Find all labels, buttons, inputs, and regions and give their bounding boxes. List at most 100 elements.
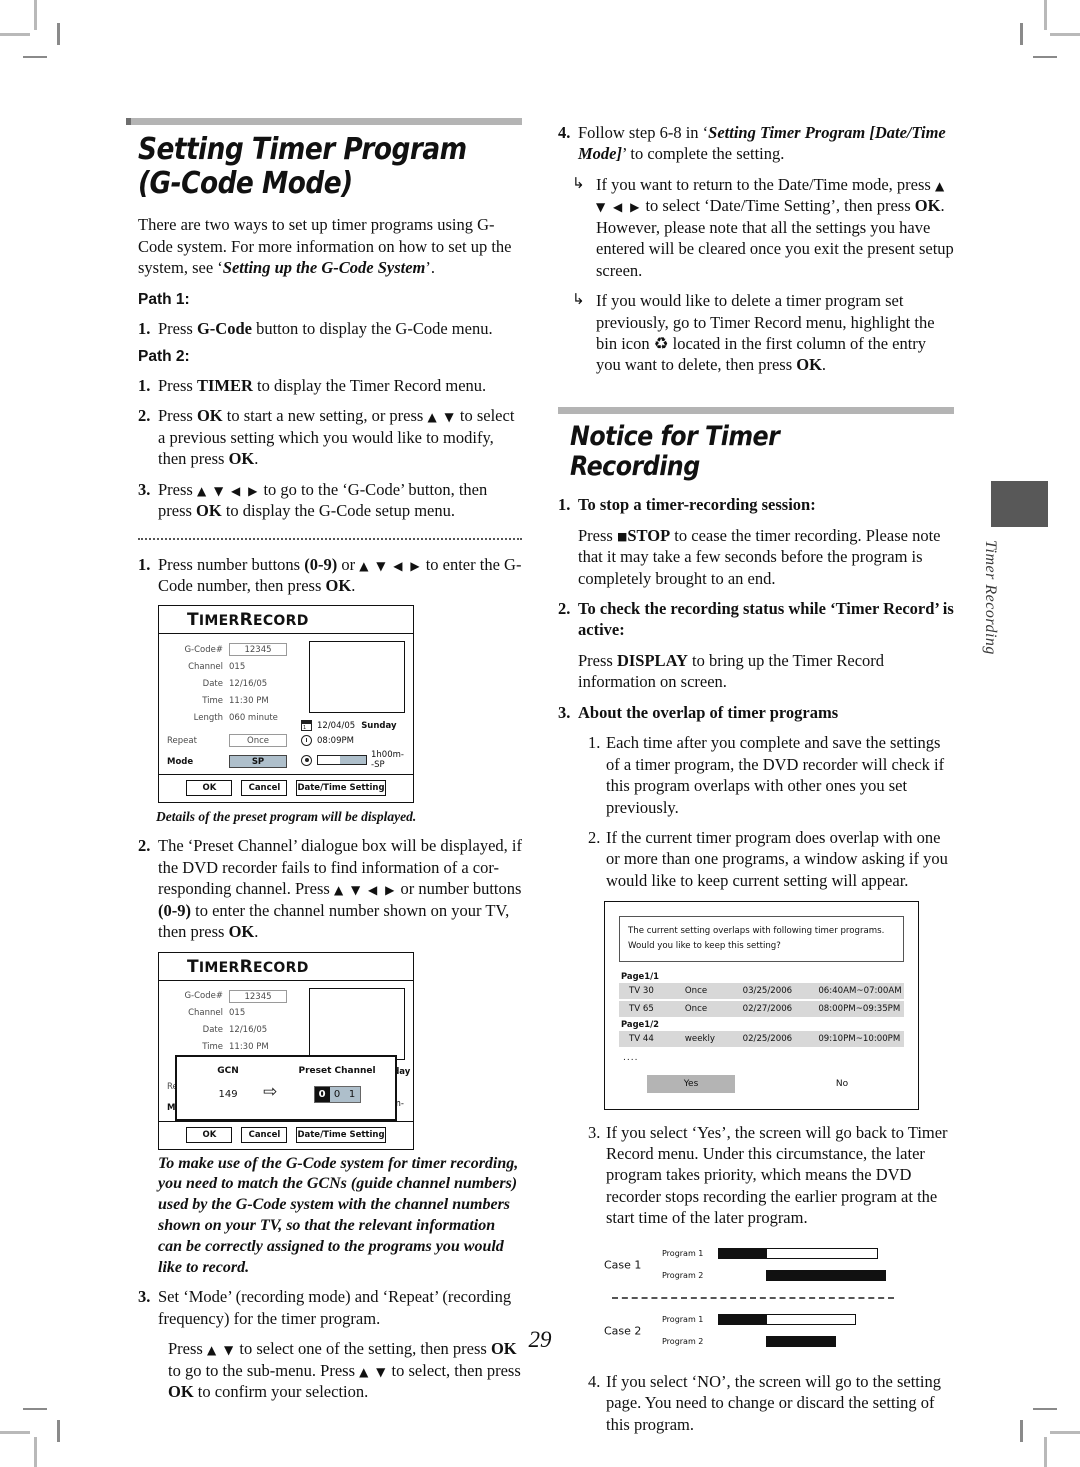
table-row[interactable]: TV 44 weekly 02/25/2006 09:10PM~10:00PM [619,1030,904,1047]
datetime-setting-button[interactable]: Date/Time Setting [296,780,386,797]
disc-capacity-bar [317,755,367,766]
cell-repeat: Once [684,1003,708,1014]
cell-channel: TV 65 [629,1003,654,1014]
list-number: 1. [138,554,151,574]
list-number: 3. [138,479,151,499]
section-heading-rule [126,118,522,125]
field-time: Time 11:30 PM [167,692,307,709]
crop-mark-bottom-right-vertical [1044,1437,1047,1467]
arrow-keys-icon: ▲ ▼ [427,410,456,425]
crop-mark-inner-top-left-vertical [57,23,60,45]
mode-select[interactable]: SP [229,755,287,769]
notice-3-sub-1: 1. Each time after you complete and save… [588,732,954,818]
field-value: 11:30 PM [229,695,269,706]
field-channel: Channel 015 [167,658,307,675]
key-ok: OK [196,406,223,426]
list-number: 2. [138,406,151,426]
repeat-select[interactable]: Once [229,734,287,748]
datetime-setting-button[interactable]: Date/Time Setting [296,1126,386,1143]
key-number-range: (0-9) [158,900,191,920]
notice-3-heading: About the overlap of timer programs [578,702,839,722]
list-number: 1. [138,375,151,395]
calendar-icon [301,720,312,732]
crop-mark-inner-bottom-left-horizontal [23,1408,47,1410]
crop-mark-bottom-left-vertical [34,1437,37,1467]
field-channel: Channel 015 [167,1005,307,1022]
page-title-line2: (G-Code Mode) [138,165,353,201]
digit-1[interactable]: 0 [314,1086,330,1102]
field-label: Date [202,678,223,689]
field-label: Time [202,1042,223,1053]
ok-button[interactable]: OK [186,1126,233,1143]
list-number: 2. [138,836,151,856]
path2-step-1: 1. Press TIMER to display the Timer Reco… [138,375,522,396]
no-button[interactable]: No [797,1075,887,1093]
field-label: Mode [167,756,194,767]
side-tab-label: Timer Recording [982,540,999,655]
notice-3: 3. About the overlap of timer programs [558,702,954,723]
gcode-input[interactable]: 12345 [229,989,287,1003]
key-display: DISPLAY [616,650,688,670]
key-ok: OK [914,196,941,216]
list-text: Press ▲ ▼ ◀ ▶ to go to the ‘G-Code’ butt… [158,479,488,521]
yes-button[interactable]: Yes [647,1074,735,1093]
program-1-recorded [719,1248,767,1260]
list-number: 3. [558,702,571,722]
field-value: 12/16/05 [229,678,268,689]
field-label: Length [193,712,223,723]
dotted-separator [138,537,522,540]
notice-1-body: Press ■STOP to cease the timer recording… [578,525,941,588]
case-divider [612,1296,894,1299]
digit-2[interactable]: 0 [330,1087,345,1102]
case-1-program-1: Program 1 [604,1243,894,1265]
digit-3[interactable]: 1 [345,1087,360,1102]
arrow-keys-icon: ▲ ▼ ◀ ▶ [359,558,422,573]
overlap-dialog-buttons: Yes No [619,1074,904,1093]
overlap-page-label-1: Page1/1 [621,970,659,981]
key-timer: TIMER [196,375,253,395]
hook-arrow-icon: ↳ [572,173,585,192]
preset-dialog-values: 149 ⇨ 0 0 1 [177,1076,395,1103]
crop-mark-bottom-left-horizontal [0,1431,30,1434]
timeline-track [718,1314,894,1326]
bin-icon: ♻ [653,333,669,353]
gcode-input[interactable]: 12345 [229,643,287,657]
key-ok: OK [196,501,222,521]
cell-date: 02/27/2006 [742,1003,793,1014]
table-row[interactable]: TV 30 Once 03/25/2006 06:40AM~07:00AM [619,982,904,999]
program-2-span [766,1270,886,1282]
cancel-button[interactable]: Cancel [241,780,288,797]
notice-1-heading: To stop a timer-recording session: [578,495,816,515]
field-repeat: Repeat Once [167,732,307,749]
info-rec-line: 1h00m--SP [301,750,405,770]
info-time-line: 08:09PM [301,735,405,747]
timeline-track [718,1248,894,1260]
crop-mark-inner-top-right-horizontal [1033,56,1057,58]
key-ok: OK [325,576,352,595]
hook-text: If you want to return to the Date/Time m… [596,174,954,280]
crop-mark-bottom-right-horizontal [1050,1431,1080,1434]
intro-paragraph: There are two ways to set up timer progr… [138,214,522,278]
path1-step-1: 1. Press G-Code button to display the G-… [138,318,522,339]
overlap-message-line-2: Would you like to keep this setting? [628,940,781,951]
key-ok: OK [228,922,255,942]
notice-3-sub-2: 2. If the current timer program does ove… [588,827,954,891]
notice-3-sub-4: 4. If you select ‘NO’, the screen will g… [588,1371,954,1435]
cancel-button[interactable]: Cancel [241,1126,288,1143]
case-1-program-2: Program 2 [604,1265,894,1287]
path1-label: Path 1: [138,290,190,308]
field-value: 11:30 PM [229,1042,269,1053]
list-text: Set ‘Mode’ (recording mode) and ‘Repeat’… [158,1287,512,1328]
preset-channel-input[interactable]: 0 0 1 [313,1085,361,1103]
field-gcode: G-Code# 12345 [167,641,307,658]
crop-mark-inner-bottom-right-horizontal [1033,1408,1057,1410]
field-value: 015 [229,661,246,672]
case-1-block: Case 1 Program 1 Program 2 [604,1239,894,1291]
crop-mark-top-right-horizontal [1050,33,1080,36]
gcn-note: To make use of the G-Code system for tim… [158,1154,519,1276]
key-gcode: G-Code [196,318,252,338]
timer-record-body: G-Code# 12345 Channel 015 Date 12/16/05 … [159,981,413,1121]
ok-button[interactable]: OK [186,780,233,797]
table-row[interactable]: TV 65 Once 02/27/2006 08:00PM~09:35PM [619,1000,904,1017]
cell-time: 08:00PM~09:35PM [818,1003,901,1014]
